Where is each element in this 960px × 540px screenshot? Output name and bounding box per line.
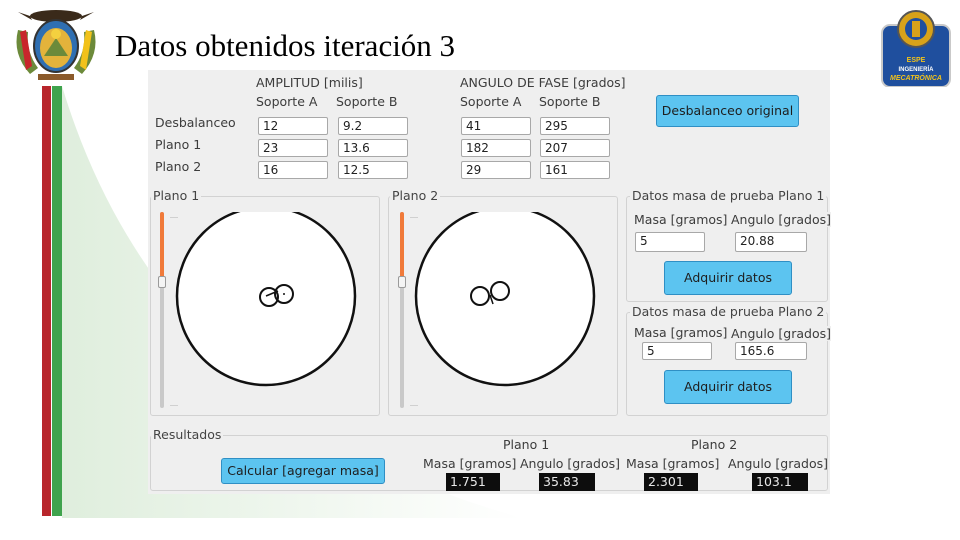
plano2-ang-a-field[interactable]: 29 bbox=[461, 161, 531, 179]
red-stripe bbox=[42, 86, 51, 516]
row-label-plano2: Plano 2 bbox=[155, 159, 202, 174]
desbalanceo-ang-b-field[interactable]: 295 bbox=[540, 117, 610, 135]
resultados-title: Resultados bbox=[151, 427, 224, 442]
masa-plano1-angulo-label: Angulo [grados] bbox=[729, 212, 832, 227]
adquirir-datos-plano2-button[interactable]: Adquirir datos bbox=[664, 370, 792, 404]
svg-text:INGENIERÍA: INGENIERÍA bbox=[898, 65, 934, 73]
amp-soporte-a-label: Soporte A bbox=[256, 94, 318, 109]
plano1-ang-a-field[interactable]: 182 bbox=[461, 139, 531, 157]
resultados-plano1-angulo-value: 35.83 bbox=[539, 473, 595, 491]
resultados-plano1-label: Plano 1 bbox=[503, 437, 550, 452]
resultados-plano1-masa-label: Masa [gramos] bbox=[423, 456, 517, 471]
svg-text:ESPE: ESPE bbox=[907, 57, 926, 64]
plano1-amp-a-field[interactable]: 23 bbox=[258, 139, 328, 157]
amp-soporte-b-label: Soporte B bbox=[336, 94, 398, 109]
masa-plano2-angulo-field[interactable]: 165.6 bbox=[735, 342, 807, 360]
plano1-panel-title: Plano 1 bbox=[151, 188, 202, 203]
resultados-plano2-label: Plano 2 bbox=[691, 437, 738, 452]
plano2-ang-b-field[interactable]: 161 bbox=[540, 161, 610, 179]
resultados-plano1-angulo-label: Angulo [grados] bbox=[518, 456, 621, 471]
masa-plano1-title: Datos masa de prueba Plano 1 bbox=[630, 188, 827, 203]
desbalanceo-amp-b-field[interactable]: 9.2 bbox=[338, 117, 408, 135]
plano2-slider-handle[interactable] bbox=[398, 276, 406, 288]
desbalanceo-original-button[interactable]: Desbalanceo original bbox=[656, 95, 799, 127]
espe-ingenieria-mecatronica-logo: ESPE INGENIERÍA MECATRÓNICA bbox=[881, 10, 951, 87]
row-label-desbalanceo: Desbalanceo bbox=[155, 115, 236, 130]
masa-plano1-masa-field[interactable]: 5 bbox=[635, 232, 705, 252]
balancing-app-window: AMPLITUD [milis] ANGULO DE FASE [grados]… bbox=[148, 70, 832, 494]
masa-plano2-title: Datos masa de prueba Plano 2 bbox=[630, 304, 827, 319]
plano1-center-dot bbox=[283, 293, 285, 295]
plano1-slider-fill bbox=[160, 212, 164, 281]
plano2-amp-a-field[interactable]: 16 bbox=[258, 161, 328, 179]
resultados-plano2-angulo-value: 103.1 bbox=[752, 473, 808, 491]
masa-plano1-angulo-field[interactable]: 20.88 bbox=[735, 232, 807, 252]
plano1-outer-circle bbox=[175, 212, 357, 387]
plano1-slider-handle[interactable] bbox=[158, 276, 166, 288]
ang-soporte-b-label: Soporte B bbox=[539, 94, 601, 109]
plano2-amp-b-field[interactable]: 12.5 bbox=[338, 161, 408, 179]
angulo-fase-header: ANGULO DE FASE [grados] bbox=[460, 75, 626, 90]
plano1-polar-plot bbox=[175, 212, 357, 387]
masa-plano1-masa-label: Masa [gramos] bbox=[634, 212, 728, 227]
resultados-plano1-masa-value: 1.751 bbox=[446, 473, 500, 491]
green-stripe bbox=[52, 86, 62, 516]
slide-title: Datos obtenidos iteración 3 bbox=[115, 28, 456, 63]
ecuador-coat-of-arms-logo bbox=[16, 10, 96, 80]
plano2-slider-fill bbox=[400, 212, 404, 281]
adquirir-datos-plano1-button[interactable]: Adquirir datos bbox=[664, 261, 792, 295]
masa-plano2-angulo-label: Angulo [grados] bbox=[729, 326, 832, 341]
desbalanceo-ang-a-field[interactable]: 41 bbox=[461, 117, 531, 135]
resultados-plano2-masa-label: Masa [gramos] bbox=[626, 456, 720, 471]
plano1-ang-b-field[interactable]: 207 bbox=[540, 139, 610, 157]
svg-text:MECATRÓNICA: MECATRÓNICA bbox=[890, 73, 942, 82]
calcular-agregar-masa-button[interactable]: Calcular [agregar masa] bbox=[221, 458, 385, 484]
row-label-plano1: Plano 1 bbox=[155, 137, 202, 152]
resultados-plano2-angulo-label: Angulo [grados] bbox=[728, 456, 829, 471]
plano2-panel-title: Plano 2 bbox=[390, 188, 441, 203]
masa-plano2-masa-field[interactable]: 5 bbox=[642, 342, 712, 360]
amplitud-header: AMPLITUD [milis] bbox=[256, 75, 363, 90]
ang-soporte-a-label: Soporte A bbox=[460, 94, 522, 109]
masa-plano2-masa-label: Masa [gramos] bbox=[634, 325, 728, 340]
plano1-amp-b-field[interactable]: 13.6 bbox=[338, 139, 408, 157]
resultados-plano2-masa-value: 2.301 bbox=[644, 473, 698, 491]
desbalanceo-amp-a-field[interactable]: 12 bbox=[258, 117, 328, 135]
plano2-polar-plot bbox=[414, 212, 596, 387]
